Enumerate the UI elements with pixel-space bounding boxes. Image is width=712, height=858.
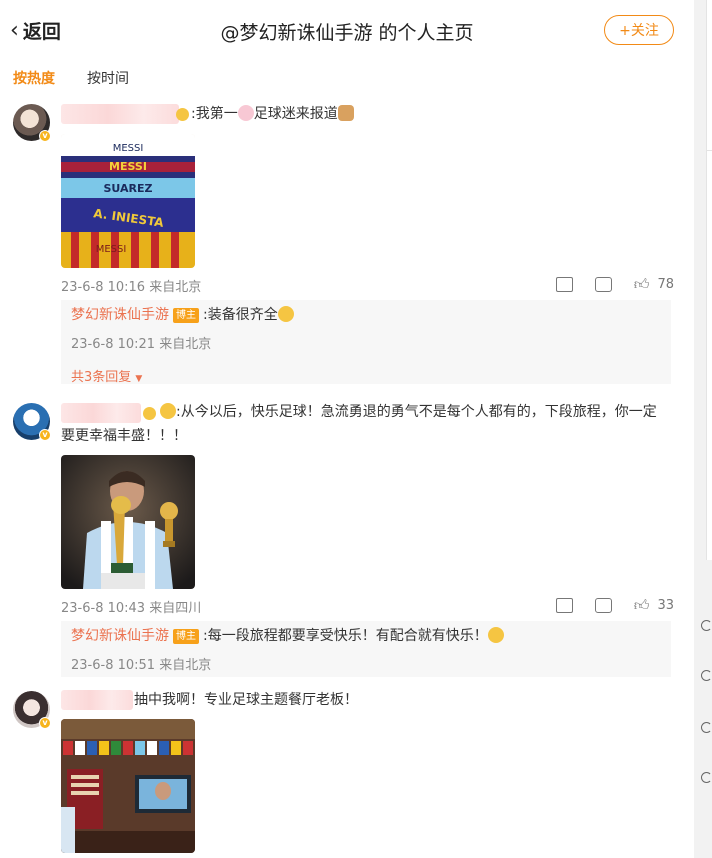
like-icon: 👍︎ xyxy=(633,596,650,614)
right-sidebar-edge xyxy=(694,0,712,858)
like-icon: 👍︎ xyxy=(633,275,650,293)
comment-actions: 👍︎ 33 xyxy=(555,596,674,615)
comment-time: 23-6-8 10:43 来自四川 xyxy=(61,601,202,616)
reply-time: 23-6-8 10:51 来自北京 xyxy=(71,658,212,673)
share-icon[interactable] xyxy=(555,277,573,292)
verified-badge-icon: v xyxy=(39,130,51,142)
reply-line: 梦幻新诛仙手游 博主 :装备很齐全 xyxy=(71,304,294,326)
comment-text-part: :从今以后，快乐足球！急流勇退的勇气不是每个人都有的，下段旅程，你一定 xyxy=(176,404,657,420)
more-replies-label: 共3条回复 xyxy=(71,370,132,385)
comment-text: :从今以后，快乐足球！急流勇退的勇气不是每个人都有的，下段旅程，你一定 xyxy=(160,400,680,425)
sidebar-icon[interactable] xyxy=(701,670,712,681)
user-level-emoji-icon xyxy=(176,108,189,121)
share-icon[interactable] xyxy=(555,598,573,613)
more-replies-link[interactable]: 共3条回复 ▼ xyxy=(71,366,142,385)
like-button[interactable]: 👍︎ 78 xyxy=(634,275,674,294)
wink-emoji-icon xyxy=(487,627,504,643)
jersey-stack-image: MESSI MESSI SUAREZ A. INIESTA MESSI xyxy=(61,134,195,268)
user-name-redacted[interactable] xyxy=(61,104,179,124)
comment-icon[interactable] xyxy=(594,598,612,613)
comment-photo-restaurant[interactable] xyxy=(61,719,195,853)
user-name-redacted[interactable] xyxy=(61,403,141,423)
like-count: 33 xyxy=(657,598,674,613)
jersey-text: MESSI xyxy=(109,160,147,173)
comment-text-part: :我第一 xyxy=(191,106,238,122)
cat-emoji-icon xyxy=(337,105,354,121)
comment-text-part: 要更幸福丰盛！！！ xyxy=(61,428,187,444)
sidebar-icon[interactable] xyxy=(701,772,712,783)
reply-line: 梦幻新诛仙手游 博主 :每一段旅程都要享受快乐！有配合就有快乐！ xyxy=(71,625,504,647)
sidebar-divider xyxy=(706,150,712,151)
sidebar-icon[interactable] xyxy=(701,722,712,733)
comment-item: v :我第一 足球迷来报道 MESSI MESSI SUAREZ A. INIES… xyxy=(0,0,694,390)
user-level-emoji-icon xyxy=(143,407,156,420)
jersey-text: MESSI xyxy=(96,244,127,255)
comment-photo-trophy[interactable] xyxy=(61,455,195,589)
reply-author-link[interactable]: 梦幻新诛仙手游 xyxy=(71,628,169,644)
restaurant-image xyxy=(61,719,195,853)
comment-text: 抽中我啊！专业足球主题餐厅老板！ xyxy=(134,692,358,708)
reply-time: 23-6-8 10:21 来自北京 xyxy=(71,337,212,352)
reply-author-link[interactable]: 梦幻新诛仙手游 xyxy=(71,307,169,323)
jersey-text: MESSI xyxy=(113,143,144,154)
like-button[interactable]: 👍︎ 33 xyxy=(634,596,674,615)
jersey-text: SUAREZ xyxy=(104,182,153,195)
verified-badge-icon: v xyxy=(39,717,51,729)
user-name-redacted[interactable] xyxy=(61,690,133,710)
comment-text: :我第一 足球迷来报道 xyxy=(191,102,354,127)
pig-emoji-icon xyxy=(237,105,254,121)
like-count: 78 xyxy=(657,277,674,292)
verified-badge-icon: v xyxy=(39,429,51,441)
sidebar-card xyxy=(706,0,712,560)
comment-photo-jerseys[interactable]: MESSI MESSI SUAREZ A. INIESTA MESSI xyxy=(61,134,195,268)
party-emoji-icon xyxy=(277,306,294,322)
caret-down-icon: ▼ xyxy=(135,374,143,384)
comment-text-part: 足球迷来报道 xyxy=(253,106,338,122)
surprised-emoji-icon xyxy=(160,403,176,419)
trophy-kiss-image xyxy=(61,455,195,589)
sidebar-icon[interactable] xyxy=(701,620,712,631)
author-tag: 博主 xyxy=(173,308,199,323)
reply-text: :每一段旅程都要享受快乐！有配合就有快乐！ xyxy=(203,628,488,644)
comment-time: 23-6-8 10:16 来自北京 xyxy=(61,280,202,295)
author-tag: 博主 xyxy=(173,629,199,644)
comment-icon[interactable] xyxy=(594,277,612,292)
comment-actions: 👍︎ 78 xyxy=(555,275,674,294)
reply-text: :装备很齐全 xyxy=(203,307,278,323)
